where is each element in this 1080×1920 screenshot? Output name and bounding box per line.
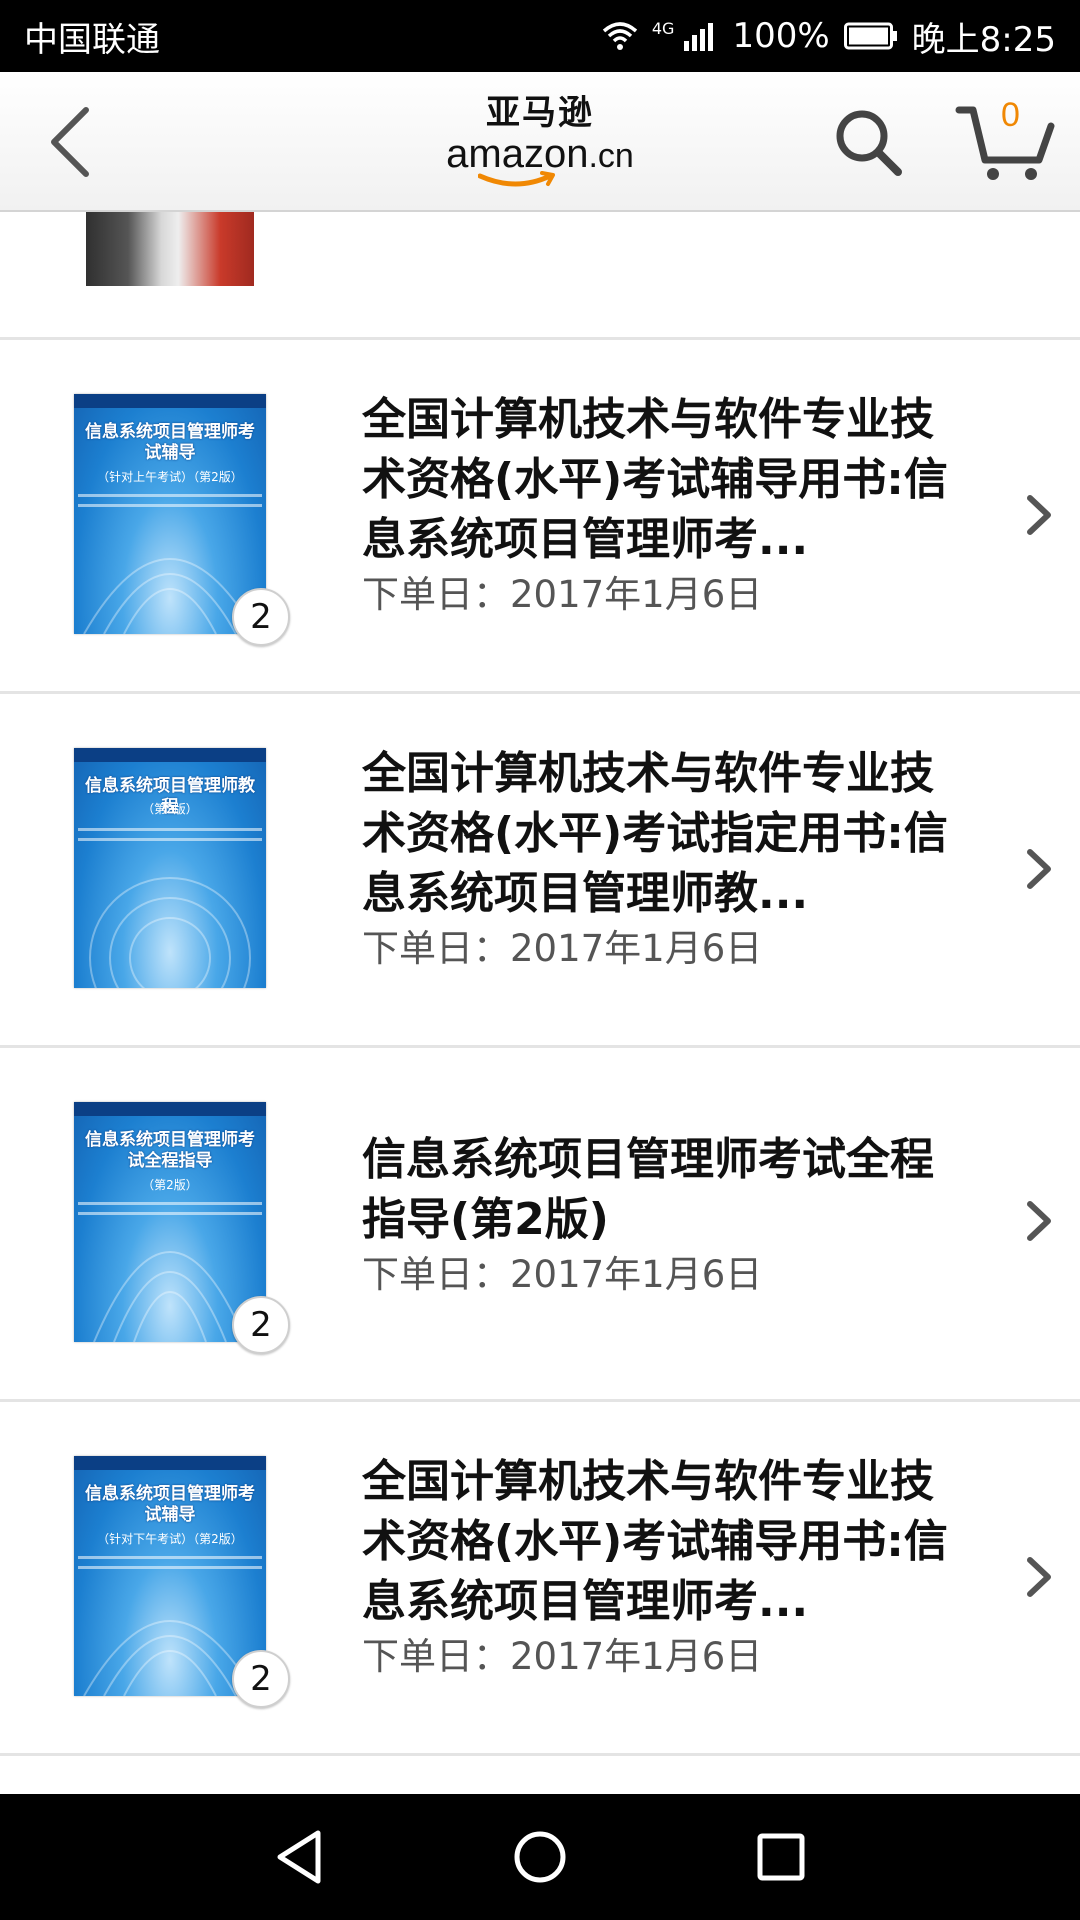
signal-icon [684, 23, 714, 51]
order-item[interactable]: 信息系统项目管理师考试全程指导 （第2版） 2 信息系统项目管理师考试全程指导(… [0, 1048, 1080, 1402]
order-date: 下单日：2017年1月6日 [362, 927, 763, 970]
logo-suffix: .cn [588, 137, 634, 175]
nav-back-button[interactable] [264, 1824, 334, 1890]
list-item-partial[interactable] [0, 212, 1080, 340]
book-cover-image: 信息系统项目管理师考试辅导 （针对下午考试）（第2版） [74, 1456, 266, 1696]
logo-cn-text: 亚马逊 [486, 93, 594, 133]
back-button[interactable] [40, 104, 100, 180]
system-navigation-bar [0, 1794, 1080, 1920]
wifi-icon [602, 22, 638, 50]
app-header: 亚马逊 amazon.cn 0 [0, 72, 1080, 212]
cover-subtitle: （第2版） [142, 802, 198, 816]
book-cover-image [86, 212, 254, 286]
network-type-label: 4G [651, 18, 675, 38]
item-title: 全国计算机技术与软件专业技术资格(水平)考试辅导用书:信息系统项目管理师考... [362, 1456, 948, 1627]
chevron-right-icon [1027, 1557, 1051, 1597]
order-list: 信息系统项目管理师考试辅导 （针对上午考试）（第2版） 2 全国计算机技术与软件… [0, 212, 1080, 1794]
item-title: 信息系统项目管理师考试全程指导(第2版) [362, 1134, 934, 1245]
book-cover-image: 信息系统项目管理师考试全程指导 （第2版） [74, 1102, 266, 1342]
circle-home-icon [514, 1831, 566, 1883]
amazon-logo[interactable]: 亚马逊 amazon.cn [440, 94, 640, 194]
quantity-badge: 2 [232, 588, 290, 646]
battery-percent: 100% [732, 16, 830, 56]
cover-title: 信息系统项目管理师考试辅导 [85, 1484, 255, 1525]
nav-home-button[interactable] [505, 1824, 575, 1890]
clock: 晚上8:25 [911, 19, 1056, 60]
chevron-left-icon [51, 107, 89, 177]
order-date: 下单日：2017年1月6日 [362, 1635, 763, 1678]
chevron-right-icon [1027, 1201, 1051, 1241]
cover-title: 信息系统项目管理师考试全程指导 [85, 1130, 255, 1171]
smile-arrow-icon [478, 171, 555, 187]
status-bar: 中国联通 4G 100% 晚上8:25 [0, 0, 1080, 72]
cover-subtitle: （针对下午考试）（第2版） [97, 1532, 243, 1546]
triangle-back-icon [277, 1830, 321, 1884]
order-date: 下单日：2017年1月6日 [362, 573, 763, 616]
cart-count-badge: 0 [1001, 96, 1020, 134]
battery-icon [843, 22, 897, 50]
order-item[interactable]: 信息系统项目管理师考试辅导 （针对下午考试）（第2版） 2 全国计算机技术与软件… [0, 1402, 1080, 1756]
cover-subtitle: （针对上午考试）（第2版） [97, 470, 243, 484]
chevron-right-icon [1027, 495, 1051, 535]
cover-subtitle: （第2版） [142, 1178, 198, 1192]
order-item[interactable]: 信息系统项目管理师考试辅导 （针对上午考试）（第2版） 2 全国计算机技术与软件… [0, 340, 1080, 694]
square-recents-icon [757, 1833, 805, 1881]
order-date: 下单日：2017年1月6日 [362, 1253, 763, 1296]
quantity-badge: 2 [232, 1650, 290, 1708]
item-title: 全国计算机技术与软件专业技术资格(水平)考试指定用书:信息系统项目管理师教... [362, 748, 948, 919]
cover-title: 信息系统项目管理师考试辅导 [85, 422, 255, 463]
cart-button[interactable]: 0 [955, 96, 1055, 184]
order-item[interactable]: 信息系统项目管理师教程 （第2版） 全国计算机技术与软件专业技术资格(水平)考试… [0, 694, 1080, 1048]
carrier-label: 中国联通 [24, 19, 160, 60]
search-button[interactable] [832, 106, 904, 178]
screen: 中国联通 4G 100% 晚上8:25 亚马逊 amazon.cn 0 信息系统… [0, 0, 1080, 1920]
item-title: 全国计算机技术与软件专业技术资格(水平)考试辅导用书:信息系统项目管理师考... [362, 394, 948, 565]
book-cover-image: 信息系统项目管理师教程 （第2版） [74, 748, 266, 988]
search-icon [836, 110, 902, 176]
quantity-badge: 2 [232, 1296, 290, 1354]
book-cover-image: 信息系统项目管理师考试辅导 （针对上午考试）（第2版） [74, 394, 266, 634]
nav-recents-button[interactable] [746, 1824, 816, 1890]
chevron-right-icon [1027, 849, 1051, 889]
